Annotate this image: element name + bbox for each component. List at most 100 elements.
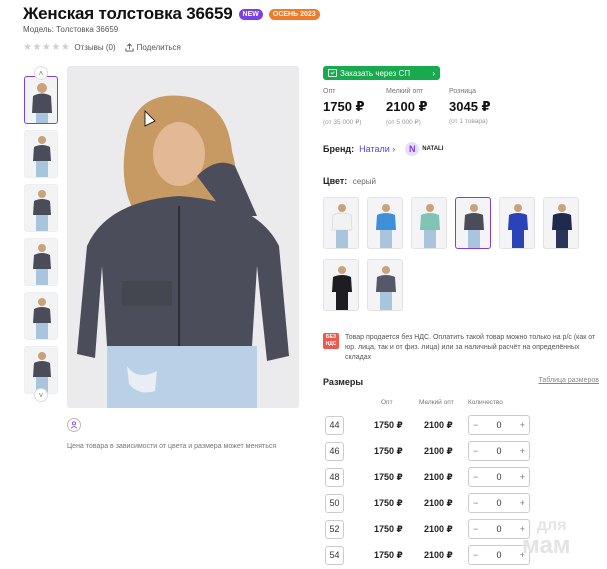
quantity-value[interactable]: 0 (496, 446, 501, 456)
size-price-small-opt: 2100 ₽ (424, 497, 453, 508)
color-swatch-grey-alt[interactable] (367, 259, 403, 311)
minus-icon[interactable]: − (473, 550, 478, 560)
color-swatch-black[interactable] (323, 259, 359, 311)
plus-icon[interactable]: + (520, 446, 525, 456)
size-price-small-opt: 2100 ₽ (424, 419, 453, 430)
col-header-small-opt: Мелкий опт (419, 399, 454, 406)
main-product-image[interactable] (67, 66, 299, 408)
size-price-opt: 1750 ₽ (374, 549, 403, 560)
sizes-title: Размеры (323, 377, 364, 387)
size-price-small-opt: 2100 ₽ (424, 471, 453, 482)
brand-logo-text: NATALI (422, 146, 444, 152)
size-label: 52 (325, 519, 344, 539)
share-button[interactable]: Поделиться (125, 43, 181, 52)
thumbnail-6[interactable] (24, 346, 58, 394)
minus-icon[interactable]: − (473, 420, 478, 430)
brand-logo[interactable]: N NATALI (405, 142, 443, 156)
price-tiers: Опт 1750 ₽ (от 35 000 ₽) Мелкий опт 2100… (323, 88, 512, 126)
thumbnail-5[interactable] (24, 292, 58, 340)
zoom-button[interactable] (67, 418, 81, 432)
season-badge: ОСЕНЬ 2023 (268, 8, 320, 20)
order-button-label: Заказать через СП (340, 68, 411, 78)
brand-link[interactable]: Натали › (359, 144, 395, 154)
color-value: серый (352, 177, 376, 186)
new-badge: NEW (238, 8, 263, 20)
color-row: Цвет: серый (323, 176, 376, 186)
order-via-sp-button[interactable]: Заказать через СП › (323, 66, 440, 80)
color-label: Цвет: (323, 176, 348, 186)
brand-row: Бренд: Натали › N NATALI (323, 142, 443, 156)
price-tier-label: Опт (323, 88, 336, 95)
page-title: Женская толстовка 36659 (23, 4, 233, 23)
col-header-qty: Количество (468, 399, 503, 406)
size-row: 52 1750 ₽ 2100 ₽ − 0 + (325, 519, 535, 539)
col-header-opt: Опт (381, 399, 393, 406)
color-swatch-royal-blue[interactable] (499, 197, 535, 249)
thumbnail-3[interactable] (24, 184, 58, 232)
quantity-value[interactable]: 0 (496, 550, 501, 560)
thumbnail-strip: ˄ ˅ (24, 66, 59, 408)
price-tier-label: Розница (449, 88, 477, 95)
thumbnail-4[interactable] (24, 238, 58, 286)
quantity-stepper: − 0 + (468, 519, 530, 539)
price-tier-small-opt: Мелкий опт 2100 ₽ (от 5 000 ₽) (386, 88, 449, 126)
plus-icon[interactable]: + (520, 498, 525, 508)
minus-icon[interactable]: − (473, 472, 478, 482)
minus-icon[interactable]: − (473, 498, 478, 508)
cart-icon (328, 69, 337, 77)
price-tier-value: 3045 ₽ (449, 99, 491, 114)
size-label: 46 (325, 441, 344, 461)
chevron-down-icon[interactable]: ˅ (34, 388, 48, 402)
size-price-opt: 1750 ₽ (374, 497, 403, 508)
quantity-stepper: − 0 + (468, 493, 530, 513)
size-row: 44 1750 ₽ 2100 ₽ − 0 + (325, 415, 535, 435)
chevron-up-icon[interactable]: ˄ (34, 66, 48, 80)
color-swatch-navy[interactable] (543, 197, 579, 249)
minus-icon[interactable]: − (473, 446, 478, 456)
chevron-right-icon: › (432, 68, 435, 78)
size-price-opt: 1750 ₽ (374, 471, 403, 482)
size-price-opt: 1750 ₽ (374, 523, 403, 534)
share-label: Поделиться (136, 43, 181, 52)
vat-notice: БЕЗ НДС Товар продается без НДС. Оплатит… (323, 333, 603, 363)
size-label: 48 (325, 467, 344, 487)
quantity-stepper: − 0 + (468, 441, 530, 461)
color-swatch-grey[interactable] (455, 197, 491, 249)
size-label: 50 (325, 493, 344, 513)
quantity-value[interactable]: 0 (496, 498, 501, 508)
thumbnail-2[interactable] (24, 130, 58, 178)
plus-icon[interactable]: + (520, 420, 525, 430)
price-tier-value: 1750 ₽ (323, 99, 365, 114)
size-price-opt: 1750 ₽ (374, 445, 403, 456)
model-label: Модель: Толстовка 36659 (23, 25, 119, 34)
size-price-opt: 1750 ₽ (374, 419, 403, 430)
title-row: Женская толстовка 36659 NEW ОСЕНЬ 2023 (23, 4, 320, 24)
quantity-stepper: − 0 + (468, 545, 530, 565)
rating-stars-icon: ★★★★★ (23, 42, 71, 53)
price-tier-note: (от 35 000 ₽) (323, 119, 362, 126)
person-icon (70, 421, 78, 429)
thumbnail-1[interactable] (24, 76, 58, 124)
minus-icon[interactable]: − (473, 524, 478, 534)
size-price-small-opt: 2100 ₽ (424, 523, 453, 534)
quantity-value[interactable]: 0 (496, 472, 501, 482)
size-row: 50 1750 ₽ 2100 ₽ − 0 + (325, 493, 535, 513)
rating-row: ★★★★★ Отзывы (0) Поделиться (23, 42, 181, 53)
size-label: 44 (325, 415, 344, 435)
price-tier-note: (от 1 товара) (449, 118, 488, 125)
quantity-value[interactable]: 0 (496, 420, 501, 430)
quantity-stepper: − 0 + (468, 467, 530, 487)
plus-icon[interactable]: + (520, 472, 525, 482)
brand-name: Натали (359, 144, 390, 154)
watermark-logo: для мам (522, 516, 571, 558)
brand-logo-icon: N (405, 142, 420, 156)
no-vat-icon: БЕЗ НДС (323, 333, 339, 349)
color-swatch-blue[interactable] (367, 197, 403, 249)
quantity-value[interactable]: 0 (496, 524, 501, 534)
size-table-link[interactable]: Таблица размеров (538, 377, 599, 387)
color-swatch-white[interactable] (323, 197, 359, 249)
color-swatch-mint[interactable] (411, 197, 447, 249)
price-tier-label: Мелкий опт (386, 88, 424, 95)
reviews-link[interactable]: Отзывы (0) (74, 43, 115, 52)
price-tier-note: (от 5 000 ₽) (386, 119, 421, 126)
